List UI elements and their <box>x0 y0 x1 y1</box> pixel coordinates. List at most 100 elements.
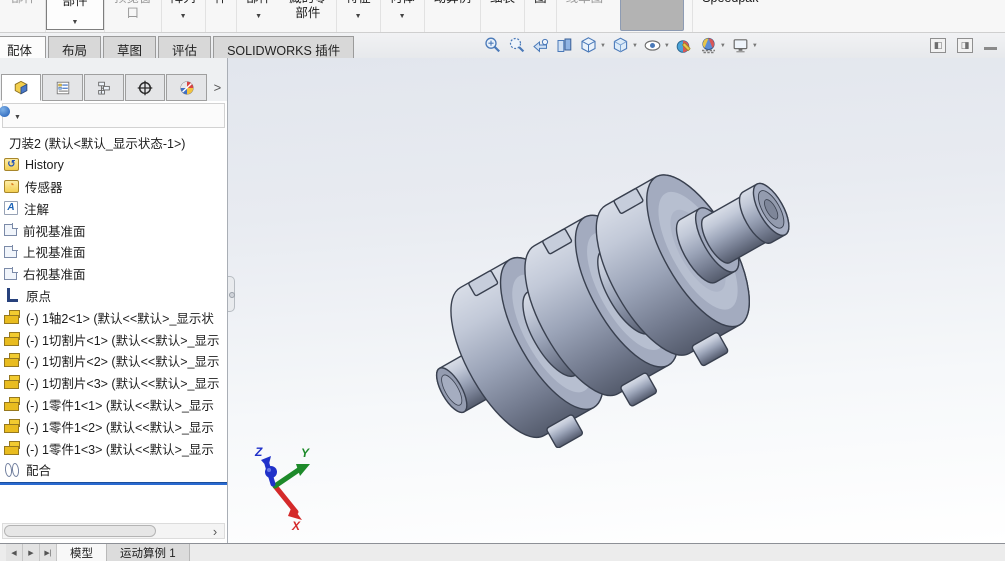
tree-item-mates[interactable]: 配合 <box>0 459 227 481</box>
featuremanager-tree-tab[interactable] <box>1 74 42 101</box>
component-pattern-button[interactable]: 阵列▼ <box>162 0 205 24</box>
rollback-bar[interactable] <box>0 481 227 485</box>
tree-item-annotations[interactable]: A 注解 <box>0 197 227 219</box>
hide-show-items-button[interactable]: ▼ <box>643 36 670 55</box>
triad-y-label: Y <box>301 446 310 460</box>
tree-item-component[interactable]: (-) 1切割片<2> (默认<<默认>_显示 <box>0 350 227 372</box>
explode-line-sketch-button: 线单图 <box>557 0 613 6</box>
tree-item-origin[interactable]: 原点 <box>0 285 227 307</box>
new-motion-study-button[interactable]: 动算例 <box>425 0 481 6</box>
tab-assembly[interactable]: 配体 <box>0 36 47 58</box>
smart-fasteners-button[interactable]: 件 <box>206 0 237 6</box>
scroll-right-arrow[interactable]: › <box>206 524 224 539</box>
tree-item-component[interactable]: (-) 1轴2<1> (默认<<默认>_显示状 <box>0 306 227 328</box>
caret-down-icon[interactable]: ▼ <box>180 9 187 24</box>
configurationmanager-icon <box>98 81 110 94</box>
zoom-to-fit-icon <box>485 37 500 53</box>
configurationmanager-tab[interactable] <box>83 74 125 101</box>
tree-horizontal-scrollbar[interactable]: › <box>2 523 225 539</box>
tree-item-component[interactable]: (-) 1切割片<3> (默认<<默认>_显示 <box>0 372 227 394</box>
caret-down-icon[interactable]: ▼ <box>664 43 670 49</box>
origin-icon <box>4 287 20 303</box>
section-view-button[interactable] <box>555 36 574 55</box>
tree-item-component[interactable]: (-) 1零件1<2> (默认<<默认>_显示 <box>0 415 227 437</box>
displaymanager-ball-icon <box>180 80 194 95</box>
tab-motion-study-1[interactable]: 运动算例 1 <box>107 544 190 561</box>
tab-layout[interactable]: 布局 <box>48 36 102 58</box>
filter-icon <box>0 106 10 117</box>
caret-down-icon[interactable]: ▼ <box>355 9 362 24</box>
tree-item-component[interactable]: (-) 1零件1<1> (默认<<默认>_显示 <box>0 394 227 416</box>
view-orientation-button[interactable]: ▼ <box>579 36 606 55</box>
insert-components-button[interactable]: 部件 ▼ <box>46 0 105 30</box>
caret-down-icon[interactable]: ▼ <box>399 9 406 24</box>
edit-appearance-button[interactable] <box>675 36 694 55</box>
caret-down-icon[interactable]: ▼ <box>72 15 79 30</box>
caret-down-icon[interactable]: ▼ <box>14 114 21 121</box>
minimize-icon[interactable] <box>984 47 997 50</box>
scrollbar-thumb[interactable] <box>4 525 156 537</box>
show-hidden-components-button[interactable]: 藏的零部件 <box>280 0 336 21</box>
coordinate-triad: Z Y X <box>254 445 310 533</box>
tab-scroll-last-button[interactable]: ▶| <box>40 544 57 561</box>
tree-item-component[interactable]: (-) 1零件1<3> (默认<<默认>_显示 <box>0 437 227 459</box>
part-icon <box>4 353 20 368</box>
edit-appearance-icon <box>676 40 691 53</box>
graphics-viewport[interactable]: Z Y X <box>228 58 1005 543</box>
assembly-model[interactable] <box>418 148 808 448</box>
part-icon <box>4 375 20 390</box>
tree-item-right-plane[interactable]: 右视基准面 <box>0 263 227 285</box>
tab-scroll-next-button[interactable]: ▶ <box>23 544 40 561</box>
tree-root-assembly[interactable]: 刀装2 (默认<默认_显示状态-1>) <box>0 132 227 154</box>
ribbon-toolbar: 部件 部件▼ 预览窗口 阵列▼ 件 部件▼ 藏的零部件 特征▼ 何体▼ 动算例 … <box>0 0 1005 32</box>
tab-model[interactable]: 模型 <box>57 544 107 561</box>
panel-expand-arrow[interactable]: > <box>208 74 227 101</box>
tree-item-history[interactable]: ↺ History <box>0 154 227 176</box>
view-orientation-icon <box>581 37 596 53</box>
speedpak-button[interactable]: Speedpak <box>693 0 767 6</box>
part-icon <box>4 440 20 456</box>
displaymanager-tab[interactable] <box>166 74 207 101</box>
section-view-icon <box>557 38 572 52</box>
display-style-icon <box>613 37 628 53</box>
part-icon <box>4 418 20 434</box>
bill-of-materials-button[interactable]: 细表 <box>481 0 524 6</box>
tab-solidworks-addins[interactable]: SOLIDWORKS 插件 <box>213 36 355 58</box>
caret-down-icon[interactable]: ▼ <box>632 43 638 49</box>
caret-down-icon[interactable]: ▼ <box>255 9 262 24</box>
caret-down-icon[interactable]: ▼ <box>600 43 606 49</box>
pane-controls: ◧ ◨ <box>930 38 997 53</box>
caret-down-icon[interactable]: ▼ <box>720 43 726 49</box>
tree-item-component[interactable]: (-) 1切割片<1> (默认<<默认>_显示 <box>0 328 227 350</box>
assembly-features-button[interactable]: 特征▼ <box>337 0 380 24</box>
exploded-view-button[interactable]: 图 <box>525 0 556 6</box>
tree-item-sensors[interactable]: ◔ 传感器 <box>0 176 227 198</box>
panel-top-gap <box>0 58 227 73</box>
panel-splitter-handle[interactable] <box>228 276 235 312</box>
propertymanager-tab[interactable] <box>42 74 83 101</box>
collapse-right-pane-button[interactable]: ◨ <box>957 38 973 53</box>
move-component-button[interactable]: 部件▼ <box>237 0 280 24</box>
view-settings-button[interactable]: ▼ <box>731 36 758 55</box>
previous-view-icon <box>533 38 549 53</box>
apply-scene-button[interactable]: ▼ <box>699 36 726 55</box>
previous-view-button[interactable] <box>531 36 550 55</box>
edit-component-button: 部件 <box>2 0 45 6</box>
caret-down-icon[interactable]: ▼ <box>752 43 758 49</box>
tab-scroll-first-button[interactable]: ◀ <box>6 544 23 561</box>
dimxpert-target-icon <box>137 80 153 95</box>
zoom-to-fit-button[interactable] <box>483 36 502 55</box>
zoom-to-area-button[interactable] <box>507 36 526 55</box>
dimxpertmanager-tab[interactable] <box>125 74 166 101</box>
tree-filter-row[interactable]: ▼ <box>0 103 225 128</box>
tree-item-front-plane[interactable]: 前视基准面 <box>0 219 227 241</box>
display-style-button[interactable]: ▼ <box>611 36 638 55</box>
tab-evaluate[interactable]: 评估 <box>158 36 212 58</box>
tab-sketch[interactable]: 草图 <box>103 36 157 58</box>
appearance-swatch-button[interactable] <box>620 0 685 31</box>
annotations-icon: A <box>4 201 18 216</box>
collapse-left-pane-button[interactable]: ◧ <box>930 38 946 53</box>
reference-geometry-button[interactable]: 何体▼ <box>381 0 424 24</box>
tree-item-top-plane[interactable]: 上视基准面 <box>0 241 227 263</box>
command-manager-tabbar: 配体 布局 草图 评估 SOLIDWORKS 插件 ▼ ▼ ▼ ▼ ▼ ◧ ◨ <box>0 32 1005 58</box>
